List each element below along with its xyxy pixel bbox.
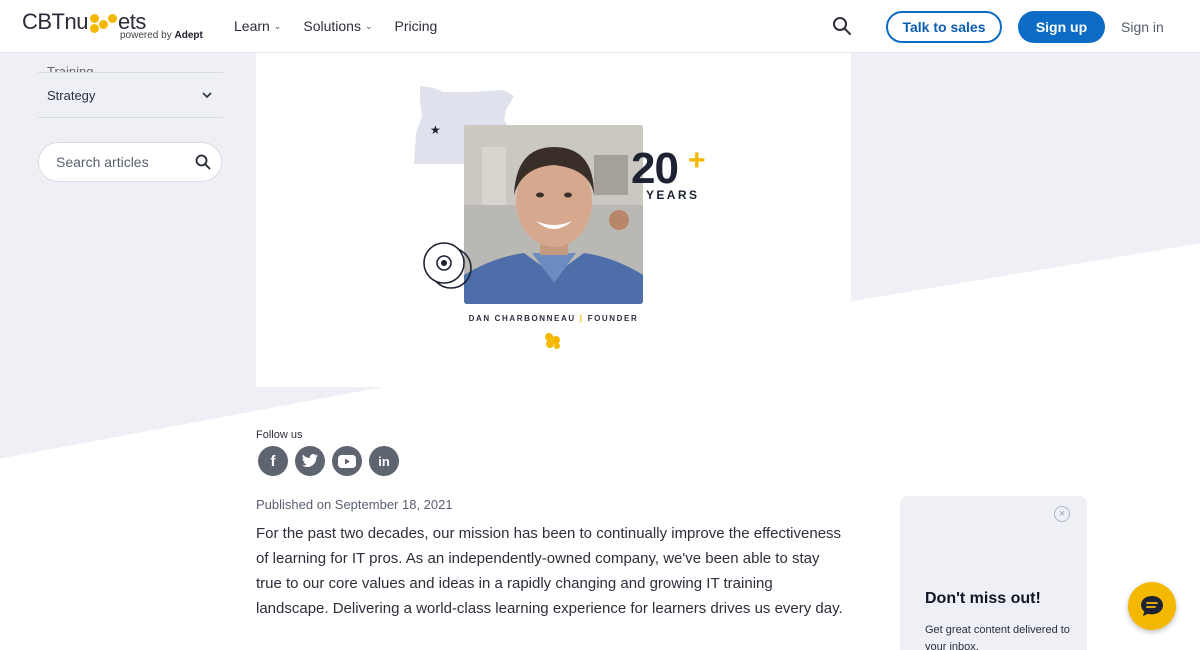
- main-nav: Learn ⌄ Solutions ⌄ Pricing: [234, 18, 437, 34]
- sidebar-item-label: Strategy: [47, 87, 96, 103]
- hero-image-card: ★ 20 + YEARS DAN CHARBONNEAU | FOUNDER: [256, 52, 851, 387]
- nav-pricing[interactable]: Pricing: [395, 18, 438, 34]
- chevron-down-icon: ⌄: [273, 20, 282, 31]
- svg-text:★: ★: [430, 123, 441, 137]
- search-icon[interactable]: [195, 154, 211, 170]
- nav-solutions[interactable]: Solutions ⌄: [303, 18, 372, 34]
- sign-up-button[interactable]: Sign up: [1018, 11, 1105, 43]
- twitter-icon[interactable]: [295, 446, 325, 476]
- youtube-icon[interactable]: [332, 446, 362, 476]
- disc-icon: [423, 242, 472, 289]
- article-sidebar: Training Strategy Search articles: [38, 52, 223, 182]
- talk-to-sales-button[interactable]: Talk to sales: [886, 11, 1002, 43]
- search-articles-input[interactable]: Search articles: [38, 142, 222, 182]
- chevron-down-icon: [202, 92, 212, 99]
- founder-role: FOUNDER: [587, 314, 639, 323]
- facebook-icon[interactable]: f: [258, 446, 288, 476]
- logo-nugget-dots: [88, 13, 118, 34]
- follow-us-label: Follow us: [256, 429, 303, 441]
- close-icon[interactable]: ×: [1054, 506, 1070, 522]
- years-plus: +: [688, 144, 706, 177]
- sign-in-link[interactable]: Sign in: [1121, 19, 1164, 35]
- founder-portrait: [464, 125, 643, 304]
- nugget-dots-icon: [545, 333, 560, 349]
- sidebar-item-strategy[interactable]: Strategy: [38, 73, 223, 118]
- article-body: For the past two decades, our mission ha…: [256, 525, 843, 617]
- sidebar-item-label: Training: [47, 64, 94, 73]
- founder-name: DAN CHARBONNEAU: [468, 314, 576, 323]
- nav-learn[interactable]: Learn ⌄: [234, 18, 281, 34]
- top-navigation-bar: CBTnu ets powered by Adept Learn ⌄ Solutio…: [0, 0, 1200, 53]
- years-number: 20: [631, 144, 679, 193]
- promo-text: Get great content delivered to your inbo…: [925, 624, 1070, 650]
- published-date: Published on September 18, 2021: [256, 497, 453, 512]
- promo-title: Don't miss out!: [925, 590, 1041, 607]
- social-links: f in: [258, 446, 399, 476]
- logo-powered-by: powered by Adept: [120, 30, 203, 41]
- chevron-down-icon: ⌄: [364, 20, 373, 31]
- search-icon[interactable]: [832, 16, 854, 38]
- newsletter-promo-card: × Don't miss out! Get great content deli…: [900, 496, 1087, 650]
- years-label: YEARS: [646, 188, 700, 202]
- linkedin-icon[interactable]: in: [369, 446, 399, 476]
- sidebar-item-training[interactable]: Training: [38, 52, 223, 73]
- founder-caption: DAN CHARBONNEAU | FOUNDER: [468, 314, 639, 323]
- search-placeholder: Search articles: [56, 154, 149, 170]
- chat-icon[interactable]: [1128, 582, 1176, 630]
- cbt-nuggets-logo[interactable]: CBTnu ets powered by Adept: [22, 9, 203, 43]
